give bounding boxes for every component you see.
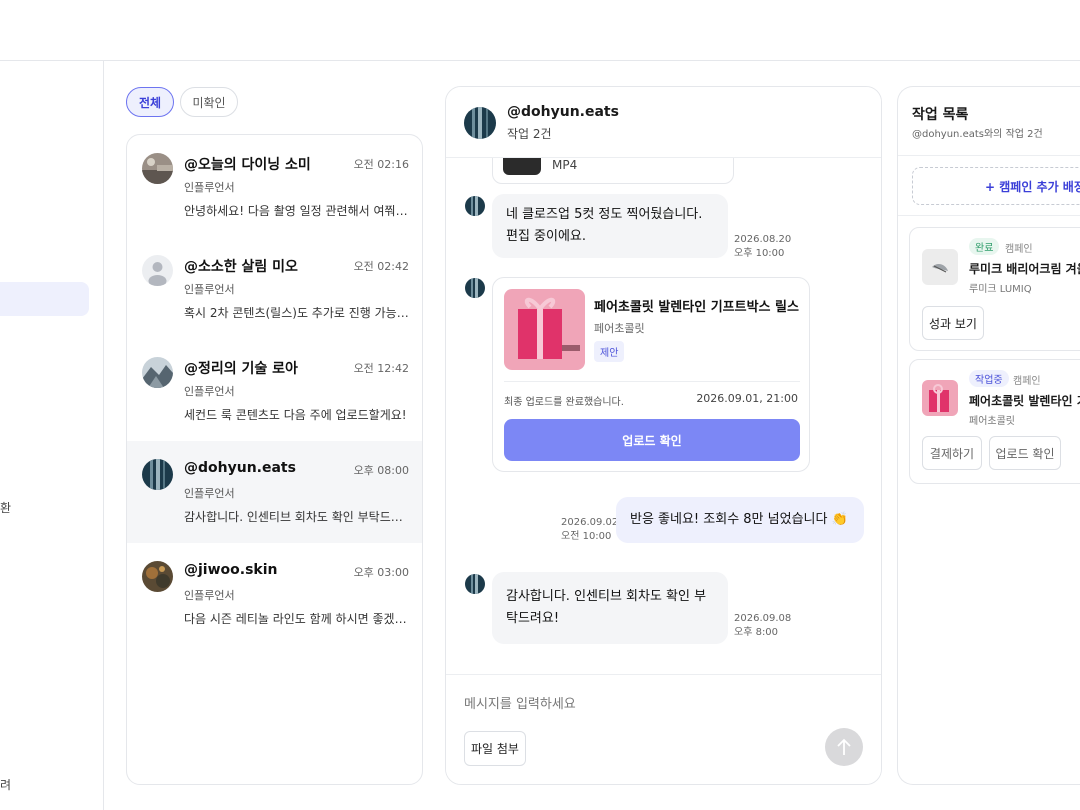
offer-brand: 페어초콜릿: [594, 322, 645, 335]
conversation-role: 인플루언서: [184, 181, 235, 194]
conversation-time: 오후 08:00: [353, 464, 409, 477]
message-timestamp: 2026.09.08 오후 8:00: [734, 613, 792, 638]
default-avatar-icon: [142, 255, 173, 286]
conversation-time: 오전 12:42: [353, 362, 409, 375]
conversation-item[interactable]: @소소한 살림 미오 오전 02:42 인플루언서 혹시 2차 콘텐츠(릴스)도…: [127, 237, 422, 339]
upload-confirm-button[interactable]: 업로드 확인: [504, 419, 800, 461]
offer-status-text: 최종 업로드를 완료했습니다.: [504, 397, 624, 408]
conversation-item[interactable]: @jiwoo.skin 오후 03:00 인플루언서 다음 시즌 레티놀 라인도…: [127, 543, 422, 645]
message-timestamp: 2026.08.20 오후 10:00: [734, 234, 792, 259]
conversation-item[interactable]: @정리의 기술 로아 오전 12:42 인플루언서 세컨드 룩 콘텐츠도 다음 …: [127, 339, 422, 441]
file-type-label: MP4: [552, 158, 578, 172]
divider: [898, 215, 1080, 216]
chat-subtitle: 작업 2건: [507, 127, 552, 141]
conversation-time: 오전 02:16: [353, 158, 409, 171]
attach-file-button[interactable]: 파일 첨부: [464, 731, 526, 766]
sidebar-item-label[interactable]: 려: [0, 776, 11, 793]
divider: [504, 381, 800, 382]
avatar: [465, 278, 485, 298]
message-text: 편집 중이에요.: [506, 229, 587, 244]
avatar: [465, 574, 485, 594]
task-brand: 루미크 LUMIQ: [969, 284, 1032, 295]
outgoing-message: 반응 좋네요! 조회수 8만 넘었습니다 👏: [616, 497, 864, 543]
incoming-message: 감사합니다. 인센티브 회차도 확인 부 탁드려요!: [492, 572, 728, 644]
task-panel-subtitle: @dohyun.eats와의 작업 2건: [912, 129, 1043, 140]
message-list[interactable]: MP4 네 클로즈업 5컷 정도 찍어뒀습니다. 편집 중이에요. 2026.0…: [446, 158, 881, 674]
task-panel: 작업 목록 @dohyun.eats와의 작업 2건 + 캠페인 추가 배정 완…: [897, 86, 1080, 785]
conversation-name: @오늘의 다이닝 소미: [184, 157, 311, 173]
divider: [898, 155, 1080, 156]
offer-tag-badge: 제안: [594, 341, 625, 362]
conversation-item[interactable]: @오늘의 다이닝 소미 오전 02:16 인플루언서 안녕하세요! 다음 촬영 …: [127, 135, 422, 237]
filter-unread-chip[interactable]: 미확인: [180, 87, 238, 117]
message-text: 감사합니다. 인센티브 회차도 확인 부: [506, 589, 707, 604]
message-input[interactable]: [464, 691, 854, 717]
product-image: [504, 289, 585, 370]
avatar: [465, 196, 485, 216]
avatar: [464, 107, 496, 139]
campaign-offer-card: 페어초콜릿 발렌타인 기프트박스 릴스 페어초콜릿 제안 최종 업로드를 완료했…: [492, 277, 810, 472]
conversation-name: @dohyun.eats: [184, 460, 296, 476]
offer-status-date: 2026.09.01, 21:00: [696, 392, 798, 405]
incoming-message: 네 클로즈업 5컷 정도 찍어뒀습니다. 편집 중이에요.: [492, 194, 728, 258]
message-text: 네 클로즈업 5컷 정도 찍어뒀습니다.: [506, 207, 703, 222]
message-composer: 파일 첨부: [446, 674, 881, 784]
status-badge: 작업중: [969, 370, 1009, 387]
file-attachment-card[interactable]: MP4: [492, 158, 734, 184]
task-kind: 캠페인: [1005, 244, 1033, 255]
conversation-preview: 세컨드 룩 콘텐츠도 다음 주에 업로드할게요!: [184, 408, 407, 422]
conversation-name: @정리의 기술 로아: [184, 361, 298, 377]
chat-handle: @dohyun.eats: [507, 104, 619, 120]
conversation-preview: 감사합니다. 인센티브 회차도 확인 부탁드려요!: [184, 510, 409, 524]
upload-confirm-button[interactable]: 업로드 확인: [989, 436, 1061, 470]
conversation-role: 인플루언서: [184, 487, 235, 500]
product-image: [922, 380, 958, 416]
video-file-icon: [503, 158, 541, 175]
conversation-role: 인플루언서: [184, 589, 235, 602]
conversation-preview: 안녕하세요! 다음 촬영 일정 관련해서 여쭤볼...: [184, 204, 409, 218]
message-timestamp: 2026.09.02 오전 10:00: [561, 517, 619, 542]
avatar: [142, 153, 173, 184]
sidebar-item-label[interactable]: 환: [0, 499, 11, 516]
task-card[interactable]: 완료 캠페인 루미크 배리어크림 겨울 루미크 LUMIQ 성과 보기: [909, 227, 1080, 351]
task-panel-title: 작업 목록: [912, 107, 969, 123]
avatar: [142, 561, 173, 592]
payment-button[interactable]: 결제하기: [922, 436, 982, 470]
avatar: [142, 459, 173, 490]
view-performance-button[interactable]: 성과 보기: [922, 306, 984, 340]
status-badge: 완료: [969, 238, 1000, 255]
conversation-preview: 다음 시즌 레티놀 라인도 함께 하시면 좋겠어...: [184, 612, 409, 626]
chat-header: @dohyun.eats 작업 2건: [446, 87, 881, 158]
conversation-item-selected[interactable]: @dohyun.eats 오후 08:00 인플루언서 감사합니다. 인센티브 …: [127, 441, 422, 543]
sidebar-item-active[interactable]: [0, 282, 89, 316]
task-campaign-name: 루미크 배리어크림 겨울: [969, 262, 1080, 276]
top-bar: [0, 0, 1080, 61]
conversation-name: @jiwoo.skin: [184, 562, 278, 578]
sidebar: 환 려: [0, 61, 104, 810]
chat-panel: @dohyun.eats 작업 2건 MP4 네 클로즈업 5컷 정도 찍어뒀습…: [445, 86, 882, 785]
send-button[interactable]: [825, 728, 863, 766]
add-campaign-button[interactable]: + 캠페인 추가 배정: [912, 167, 1080, 205]
task-kind: 캠페인: [1013, 376, 1041, 387]
offer-title: 페어초콜릿 발렌타인 기프트박스 릴스: [594, 300, 799, 315]
filter-all-chip[interactable]: 전체: [126, 87, 174, 117]
product-image: [922, 249, 958, 285]
task-card[interactable]: 작업중 캠페인 페어초콜릿 발렌타인 기 페어초콜릿 결제하기 업로드 확인: [909, 359, 1080, 484]
task-campaign-name: 페어초콜릿 발렌타인 기: [969, 394, 1080, 408]
conversation-role: 인플루언서: [184, 385, 235, 398]
conversation-time: 오전 02:42: [353, 260, 409, 273]
message-text: 탁드려요!: [506, 611, 560, 626]
conversation-list: @오늘의 다이닝 소미 오전 02:16 인플루언서 안녕하세요! 다음 촬영 …: [126, 134, 423, 785]
conversation-name: @소소한 살림 미오: [184, 259, 298, 275]
avatar: [142, 357, 173, 388]
conversation-preview: 혹시 2차 콘텐츠(릴스)도 추가로 진행 가능할...: [184, 306, 409, 320]
arrow-up-icon: [837, 738, 851, 755]
conversation-role: 인플루언서: [184, 283, 235, 296]
conversation-time: 오후 03:00: [353, 566, 409, 579]
task-brand: 페어초콜릿: [969, 416, 1015, 427]
